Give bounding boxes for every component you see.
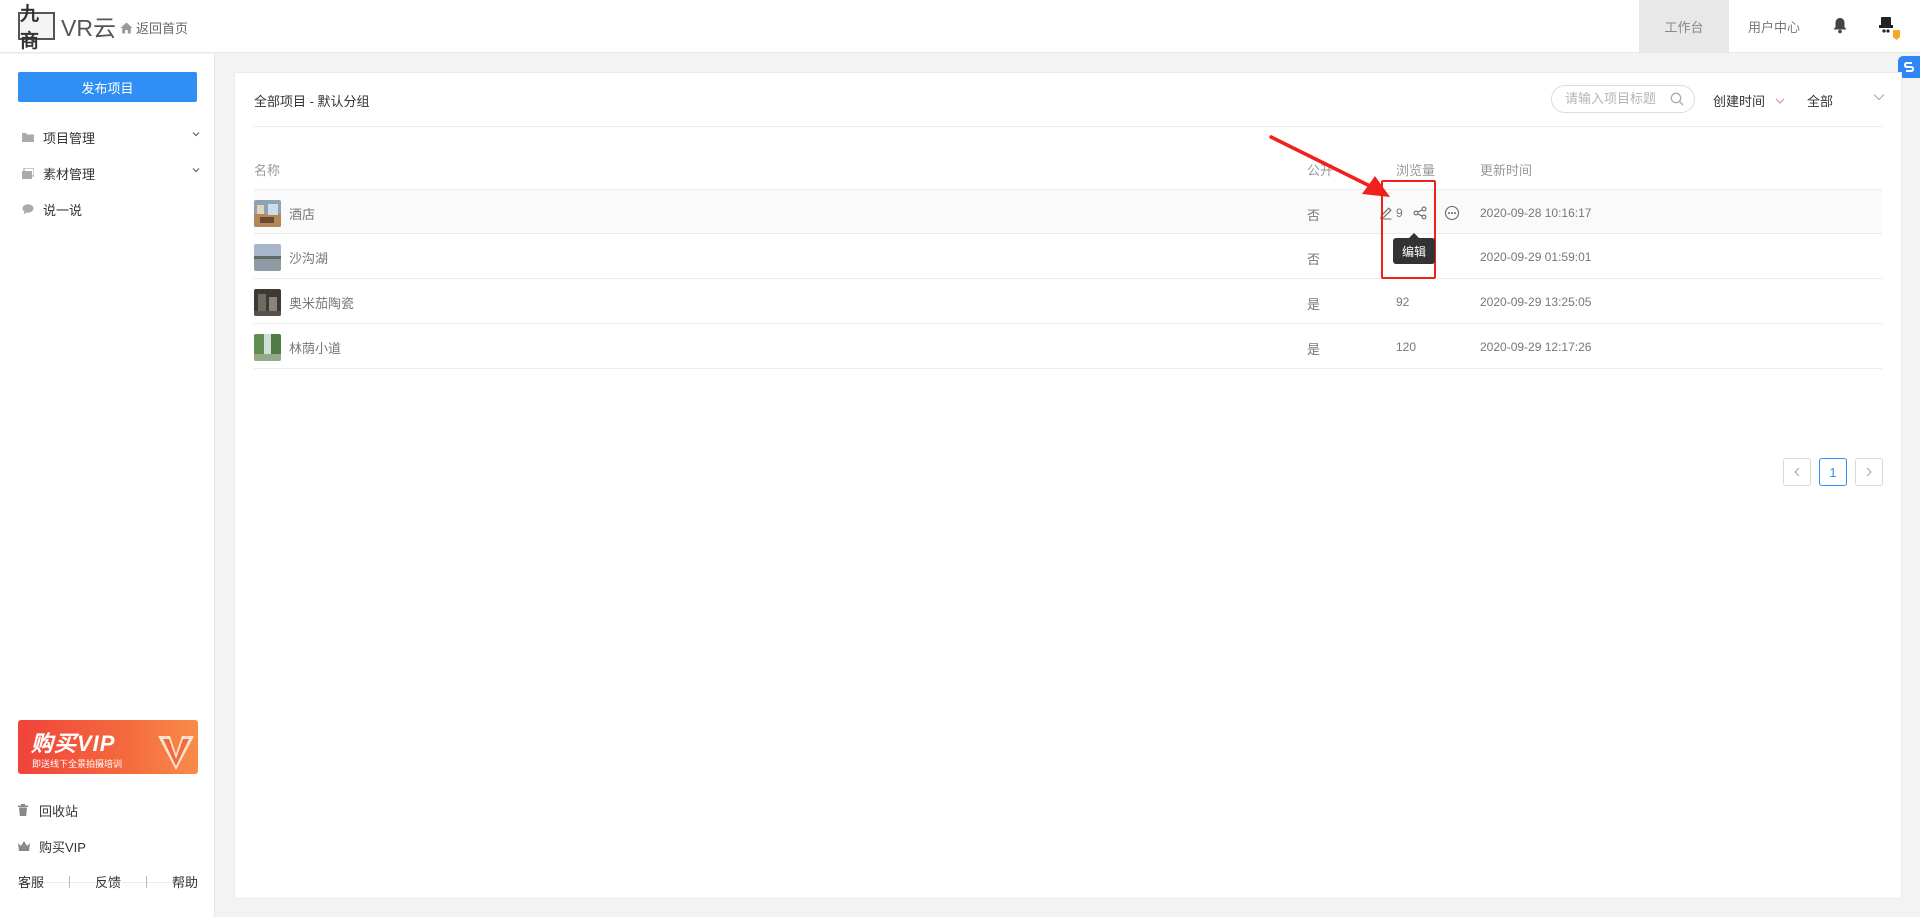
logo-mark: 九商 <box>18 4 55 52</box>
sidebar-buy-vip[interactable]: 购买VIP <box>18 836 198 856</box>
search-icon[interactable] <box>1670 92 1684 106</box>
sidebar-buy-vip-label: 购买VIP <box>39 839 86 855</box>
publish-project-button[interactable]: 发布项目 <box>18 72 197 102</box>
chevron-down-icon <box>1873 94 1885 101</box>
annotation-highlight-box <box>1381 180 1436 279</box>
project-thumbnail <box>254 200 281 227</box>
top-header: 九商 VR云 返回首页 工作台 用户中心 <box>0 0 1920 78</box>
filter-select-label: 全部 <box>1807 94 1834 109</box>
sidebar-item-label: 说一说 <box>43 202 83 218</box>
project-updated: 2020-09-29 01:59:01 <box>1480 250 1592 264</box>
search-input[interactable] <box>1565 91 1665 106</box>
edit-tooltip: 编辑 <box>1393 233 1435 264</box>
chevron-down-icon <box>192 132 200 137</box>
vip-banner-subtitle: 即送线下全景拍摄培训 <box>32 759 123 769</box>
project-thumbnail <box>254 334 281 361</box>
annotation-arrow <box>1269 135 1390 197</box>
table-row[interactable]: 奥米茄陶瓷 是 92 2020-09-29 13:25:05 <box>254 279 1882 324</box>
project-name[interactable]: 奥米茄陶瓷 <box>289 293 354 312</box>
breadcrumb: 全部项目 - 默认分组 <box>254 94 370 109</box>
sidebar-item-asset-management[interactable]: 素材管理 <box>22 163 200 183</box>
pagination-next-button[interactable] <box>1855 458 1883 486</box>
crown-icon <box>18 841 32 851</box>
sidebar-item-project-management[interactable]: 项目管理 <box>22 127 200 147</box>
project-public: 否 <box>1307 252 1321 267</box>
project-name[interactable]: 酒店 <box>289 204 315 223</box>
project-updated: 2020-09-29 13:25:05 <box>1480 295 1592 309</box>
divider <box>69 875 70 888</box>
sidebar-item-label: 项目管理 <box>43 130 96 146</box>
pagination-prev-button[interactable] <box>1783 458 1811 486</box>
vip-v-icon <box>158 736 194 770</box>
vip-banner-title: 购买VIP <box>31 731 116 756</box>
chevron-right-icon <box>1866 467 1872 477</box>
divider <box>254 126 1882 127</box>
project-public: 是 <box>1307 342 1321 357</box>
project-name[interactable]: 沙沟湖 <box>289 248 328 267</box>
customer-service-link[interactable]: 客服 <box>18 872 44 891</box>
nav-user-center[interactable]: 用户中心 <box>1729 0 1819 53</box>
chevron-left-icon <box>1794 467 1800 477</box>
project-thumbnail <box>254 244 281 271</box>
home-icon <box>120 22 133 33</box>
sidebar-item-label: 素材管理 <box>43 166 96 182</box>
project-name[interactable]: 林荫小道 <box>289 338 341 357</box>
table-row[interactable]: 酒店 否 9 2020-09-28 10:16:17 <box>254 189 1882 234</box>
help-link[interactable]: 帮助 <box>172 872 198 891</box>
project-updated: 2020-09-28 10:16:17 <box>1480 206 1592 220</box>
project-public: 是 <box>1307 297 1321 312</box>
sidebar-footer-links: 客服 反馈 帮助 <box>18 872 198 891</box>
pagination-page[interactable]: 1 <box>1819 458 1847 486</box>
chevron-down-icon <box>1775 98 1785 104</box>
chat-bubble-icon <box>22 203 36 215</box>
filter-select[interactable]: 全部 <box>1807 91 1885 110</box>
project-list-panel: 全部项目 - 默认分组 创建时间 全部 名称 公开 浏览量 更新时间 酒店 否 … <box>234 72 1902 899</box>
vip-banner[interactable]: 购买VIP 即送线下全景拍摄培训 <box>18 720 198 774</box>
sidebar: 发布项目 项目管理 素材管理 说一说 购买VIP 即送线下全景拍摄培训 回收站 … <box>0 54 215 917</box>
table-row[interactable]: 林荫小道 是 120 2020-09-29 12:17:26 <box>254 324 1882 369</box>
trash-icon <box>18 804 32 816</box>
sidebar-recycle-bin[interactable]: 回收站 <box>18 800 198 820</box>
divider <box>145 875 147 888</box>
nav-workbench[interactable]: 工作台 <box>1639 0 1729 53</box>
logo-text: VR云 <box>61 15 116 41</box>
sort-select-label: 创建时间 <box>1713 94 1766 109</box>
logo[interactable]: 九商 VR云 <box>18 4 116 52</box>
more-icon[interactable] <box>1442 203 1462 223</box>
column-header-name: 名称 <box>254 163 281 178</box>
sort-select[interactable]: 创建时间 <box>1713 91 1785 110</box>
table-row[interactable]: 沙沟湖 否 57 2020-09-29 01:59:01 <box>254 234 1882 279</box>
bell-icon[interactable] <box>1832 17 1848 34</box>
avatar[interactable] <box>1875 14 1901 40</box>
project-public: 否 <box>1307 208 1321 223</box>
column-header-views: 浏览量 <box>1396 163 1436 178</box>
home-link[interactable]: 返回首页 <box>120 18 188 37</box>
folder-icon <box>22 132 36 142</box>
chevron-down-icon <box>192 168 200 173</box>
sidebar-recycle-bin-label: 回收站 <box>39 803 79 819</box>
sidebar-item-say[interactable]: 说一说 <box>22 199 200 219</box>
project-updated: 2020-09-29 12:17:26 <box>1480 340 1592 354</box>
home-link-label: 返回首页 <box>136 21 189 36</box>
project-views: 120 <box>1396 340 1417 354</box>
column-header-updated: 更新时间 <box>1480 163 1533 178</box>
project-views: 92 <box>1396 295 1410 309</box>
project-thumbnail <box>254 289 281 316</box>
feedback-link[interactable]: 反馈 <box>95 872 121 891</box>
search-box[interactable] <box>1551 85 1695 113</box>
stack-icon <box>22 167 36 179</box>
